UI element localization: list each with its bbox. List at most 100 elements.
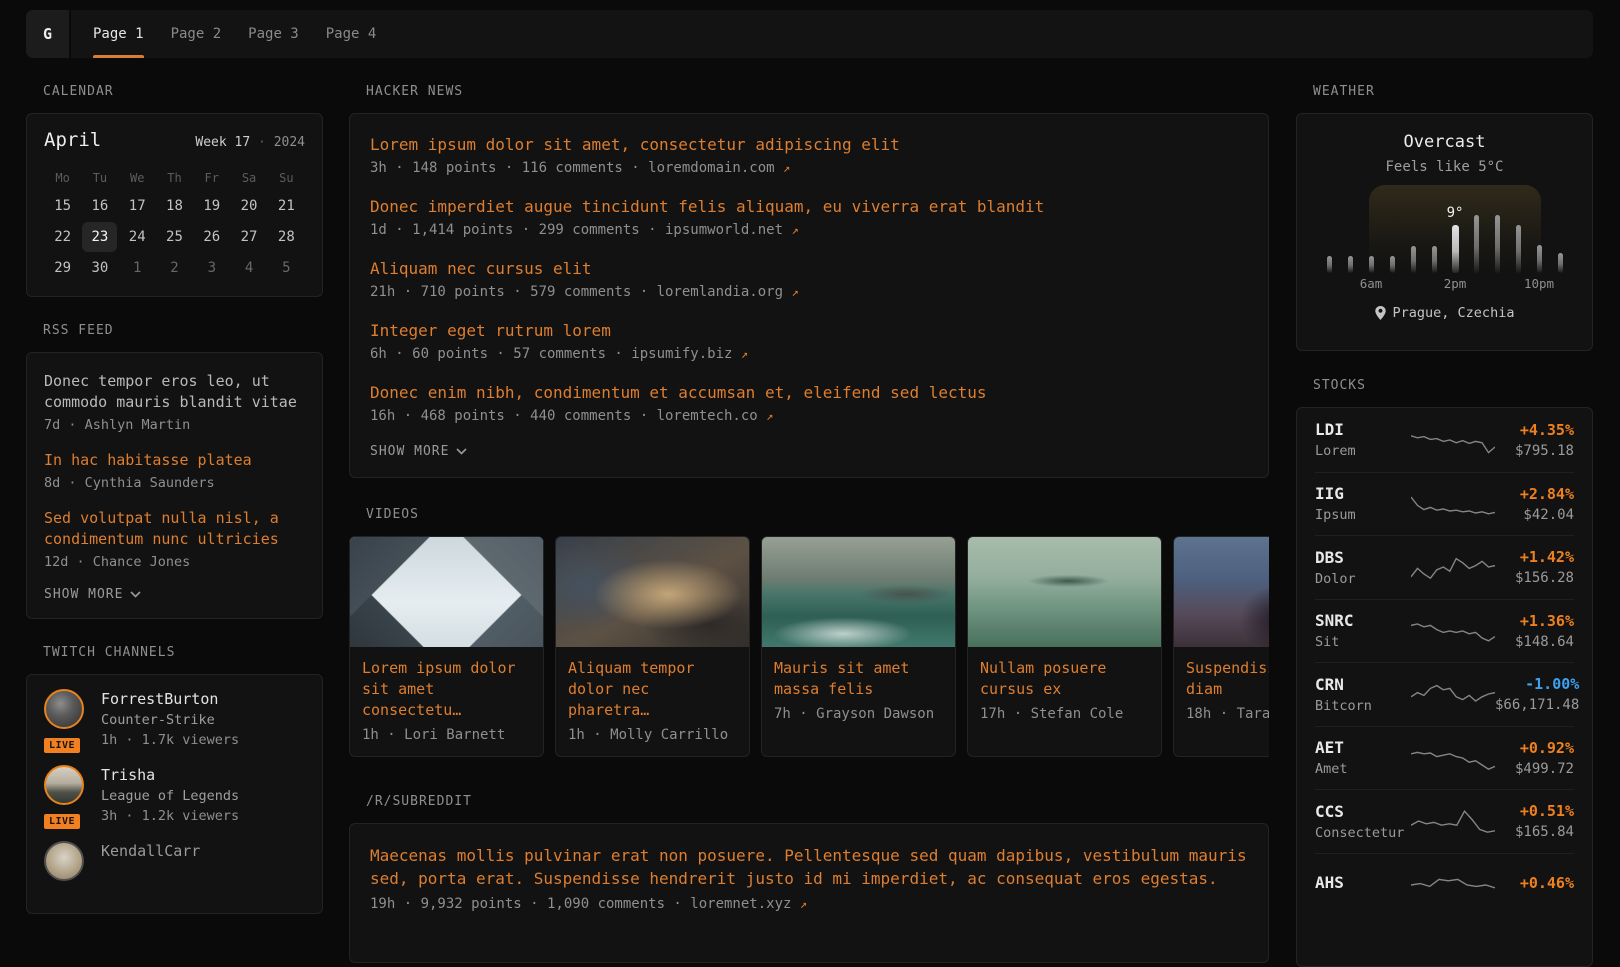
hn-item-meta: 1d · 1,414 points · 299 comments · ipsum…	[370, 222, 1248, 238]
stock-row[interactable]: DBS Dolor +1.42% $156.28	[1315, 535, 1574, 599]
chevron-down-icon	[456, 448, 467, 455]
page-tabs: Page 1 Page 2 Page 3 Page 4	[93, 10, 376, 58]
stock-row[interactable]: IIG Ipsum +2.84% $42.04	[1315, 472, 1574, 536]
stock-name: Ipsum	[1315, 507, 1411, 523]
rss-item[interactable]: Donec tempor eros leo, ut commodo mauris…	[44, 371, 305, 433]
live-badge: LIVE	[42, 812, 82, 831]
show-more-label: SHOW MORE	[370, 444, 449, 459]
stock-row[interactable]: CRN Bitcorn -1.00% $66,171.48	[1315, 662, 1574, 726]
rss-item[interactable]: In hac habitasse platea 8d · Cynthia Sau…	[44, 450, 305, 491]
calendar-year: 2024	[274, 135, 305, 150]
videos-row: Lorem ipsum dolor sit amet consectetu… 1…	[349, 536, 1269, 757]
twitch-channel-row[interactable]: KendallCarr	[44, 841, 305, 881]
page-tab[interactable]: Page 3	[248, 10, 299, 58]
stock-row[interactable]: LDI Lorem +4.35% $795.18	[1315, 408, 1574, 472]
stock-values: +2.84% $42.04	[1495, 485, 1574, 523]
video-meta: 1h · Molly Carrillo	[568, 727, 737, 743]
hn-item[interactable]: Lorem ipsum dolor sit amet, consectetur …	[370, 134, 1248, 176]
subreddit-post[interactable]: Maecenas mollis pulvinar erat non posuer…	[370, 844, 1248, 912]
video-title: Aliquam tempor dolor nec pharetra…	[568, 658, 737, 721]
stock-name: Sit	[1315, 634, 1411, 650]
weekday-label: Su	[268, 165, 305, 191]
stock-row[interactable]: SNRC Sit +1.36% $148.64	[1315, 599, 1574, 663]
external-link-icon: ↗	[766, 409, 773, 423]
stock-row[interactable]: CCS Consectetur +0.51% $165.84	[1315, 789, 1574, 853]
video-card-body: Aliquam tempor dolor nec pharetra… 1h · …	[556, 647, 749, 756]
twitch-channel-name: KendallCarr	[101, 842, 200, 860]
weather-bar-slot	[1403, 185, 1424, 291]
weather-bars: 6am	[1319, 185, 1571, 291]
hour-axis-label: 6am	[1360, 273, 1383, 291]
hour-axis-label: 2pm	[1444, 273, 1467, 291]
twitch-channel-meta: 1h · 1.7k viewers	[101, 732, 239, 748]
calendar-section-label: CALENDAR	[43, 84, 323, 99]
external-link-icon: ↗	[783, 161, 790, 175]
stock-price: $165.84	[1495, 824, 1574, 840]
video-title: Lorem ipsum dolor sit amet consectetu…	[362, 658, 531, 721]
stock-sparkline	[1411, 677, 1495, 711]
page-tab[interactable]: Page 2	[171, 10, 222, 58]
video-meta: 18h · Tara	[1186, 706, 1269, 722]
stock-price: $156.28	[1495, 570, 1574, 586]
video-card[interactable]: Nullam posuere cursus ex 17h · Stefan Co…	[967, 536, 1162, 757]
twitch-channel-row[interactable]: LIVE Trisha League of Legends 3h · 1.2k …	[44, 765, 305, 824]
hacker-news-widget: Lorem ipsum dolor sit amet, consectetur …	[349, 113, 1269, 478]
rss-show-more-button[interactable]: SHOW MORE	[44, 587, 305, 602]
stock-sparkline	[1411, 550, 1495, 584]
hn-show-more-button[interactable]: SHOW MORE	[370, 444, 1248, 459]
weather-location-text: Prague, Czechia	[1393, 305, 1515, 321]
video-card[interactable]: Aliquam tempor dolor nec pharetra… 1h · …	[555, 536, 750, 757]
calendar-day: 19	[194, 191, 229, 221]
page-tab[interactable]: Page 4	[326, 10, 377, 58]
page-tab[interactable]: Page 1	[93, 10, 144, 58]
hn-item[interactable]: Aliquam nec cursus elit 21h · 710 points…	[370, 258, 1248, 300]
weather-hourly-chart: 6am	[1317, 185, 1572, 291]
temperature-bar	[1327, 256, 1332, 273]
calendar-day: 20	[232, 191, 267, 221]
stock-change-percent: +1.36%	[1495, 612, 1574, 630]
calendar-day-grid: 1516171819202122232425262728293012345	[44, 191, 305, 283]
avatar	[44, 765, 84, 805]
video-card[interactable]: Suspendisse sed diam 18h · Tara	[1173, 536, 1269, 757]
video-thumbnail	[1174, 537, 1269, 647]
hn-section-label: HACKER NEWS	[366, 84, 1269, 99]
weekday-label: Tu	[81, 165, 118, 191]
location-pin-icon	[1375, 306, 1386, 320]
temperature-bar	[1411, 246, 1416, 273]
stock-price: $148.64	[1495, 634, 1574, 650]
twitch-avatar-wrap	[44, 841, 88, 881]
stock-sparkline	[1411, 868, 1495, 902]
twitch-channel-info: Trisha League of Legends 3h · 1.2k viewe…	[101, 765, 239, 824]
video-card[interactable]: Mauris sit amet massa felis 7h · Grayson…	[761, 536, 956, 757]
weather-bar-slot	[1319, 185, 1340, 291]
temperature-bar	[1348, 256, 1353, 273]
stock-row[interactable]: AET Amet +0.92% $499.72	[1315, 726, 1574, 790]
calendar-day: 4	[232, 253, 267, 283]
stock-values: +0.46%	[1495, 874, 1574, 896]
weather-bar-slot	[1466, 185, 1487, 291]
twitch-channel-row[interactable]: LIVE ForrestBurton Counter-Strike 1h · 1…	[44, 689, 305, 748]
temperature-bar	[1369, 256, 1374, 273]
temperature-bar	[1474, 215, 1479, 273]
stock-name: Bitcorn	[1315, 698, 1411, 714]
rss-item[interactable]: Sed volutpat nulla nisl, a condimentum n…	[44, 508, 305, 570]
hn-item[interactable]: Donec enim nibh, condimentum et accumsan…	[370, 382, 1248, 424]
video-meta: 17h · Stefan Cole	[980, 706, 1149, 722]
calendar-day: 25	[157, 222, 192, 252]
stock-values: +1.42% $156.28	[1495, 548, 1574, 586]
weekday-label: Fr	[193, 165, 230, 191]
hn-item[interactable]: Donec imperdiet augue tincidunt felis al…	[370, 196, 1248, 238]
hn-item[interactable]: Integer eget rutrum lorem 6h · 60 points…	[370, 320, 1248, 362]
video-card-body: Mauris sit amet massa felis 7h · Grayson…	[762, 647, 955, 735]
stock-identity: AHS	[1315, 873, 1411, 896]
calendar-day: 26	[194, 222, 229, 252]
stock-price: $42.04	[1495, 507, 1574, 523]
hn-item-meta: 21h · 710 points · 579 comments · loreml…	[370, 284, 1248, 300]
video-card[interactable]: Lorem ipsum dolor sit amet consectetu… 1…	[349, 536, 544, 757]
calendar-day: 27	[232, 222, 267, 252]
stock-row[interactable]: AHS +0.46%	[1315, 853, 1574, 917]
rss-item-title: Sed volutpat nulla nisl, a condimentum n…	[44, 508, 305, 550]
stock-identity: CRN Bitcorn	[1315, 675, 1411, 714]
app-logo[interactable]: G	[26, 10, 71, 58]
stock-values: +0.92% $499.72	[1495, 739, 1574, 777]
